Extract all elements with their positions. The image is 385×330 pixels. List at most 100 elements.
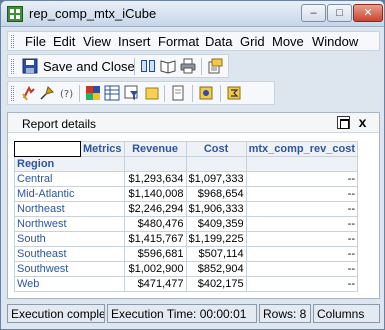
open-book-icon[interactable] bbox=[160, 58, 176, 74]
revenue-cell: $1,140,008 bbox=[123, 186, 187, 202]
comp-cell: -- bbox=[245, 261, 358, 277]
comp-cell: -- bbox=[245, 186, 358, 202]
revenue-cell: $1,002,900 bbox=[123, 261, 187, 277]
comp-cell: -- bbox=[245, 216, 358, 232]
grid-corner-cell[interactable] bbox=[14, 141, 81, 157]
column-header-cost[interactable]: Cost bbox=[185, 141, 247, 157]
svg-text:(?): (?) bbox=[60, 89, 73, 100]
header-spacer bbox=[123, 156, 187, 172]
status-execution-time: Execution Time: 00:00:01 bbox=[107, 304, 257, 323]
save-and-close-button[interactable]: Save and Close bbox=[43, 59, 135, 74]
menu-data[interactable]: Data bbox=[205, 34, 232, 49]
menu-file[interactable]: File bbox=[25, 34, 46, 49]
report-objects-icon[interactable] bbox=[85, 85, 101, 101]
cost-cell: $409,359 bbox=[185, 216, 247, 232]
row-header-region[interactable]: Region bbox=[14, 156, 125, 172]
menu-edit[interactable]: Edit bbox=[53, 34, 75, 49]
cost-cell: $1,097,333 bbox=[185, 171, 247, 187]
comp-cell: -- bbox=[245, 276, 358, 292]
toolbar-separator bbox=[192, 85, 193, 102]
header-spacer bbox=[185, 156, 247, 172]
toolbar-separator bbox=[201, 58, 202, 75]
status-execution: Execution comple bbox=[7, 304, 105, 323]
column-header-mtx-comp-rev-cost[interactable]: mtx_comp_rev_cost bbox=[245, 141, 358, 157]
column-header-revenue[interactable]: Revenue bbox=[123, 141, 187, 157]
status-columns: Columns bbox=[313, 304, 380, 323]
maximize-button[interactable]: □ bbox=[327, 4, 352, 22]
close-button[interactable]: ✕ bbox=[353, 4, 383, 22]
table-row: Central $1,293,634 $1,097,333 -- bbox=[14, 171, 358, 187]
menu-window[interactable]: Window bbox=[312, 34, 358, 49]
table-row: Southeast $596,681 $507,114 -- bbox=[14, 246, 358, 262]
filter-icon[interactable] bbox=[124, 85, 140, 101]
save-icon[interactable] bbox=[22, 58, 38, 74]
panel-maximize-button[interactable] bbox=[337, 116, 350, 129]
toolbar-separator bbox=[134, 58, 135, 75]
toolbar-separator bbox=[220, 85, 221, 102]
report-details-panel: Report details x Metrics Revenue Cost mt… bbox=[7, 112, 380, 299]
cost-cell: $1,199,225 bbox=[185, 231, 247, 247]
toolbar-report: (?) bbox=[7, 81, 275, 105]
status-rows: Rows: 8 bbox=[259, 304, 311, 323]
toolbar-separator bbox=[79, 85, 80, 102]
menu-view[interactable]: View bbox=[83, 34, 111, 49]
revenue-cell: $2,246,294 bbox=[123, 201, 187, 217]
region-cell[interactable]: Southwest bbox=[14, 261, 125, 277]
function-icon[interactable]: (?) bbox=[59, 85, 75, 101]
print-icon[interactable] bbox=[180, 58, 196, 74]
panel-title: Report details bbox=[22, 117, 97, 131]
toolbar-standard: Save and Close bbox=[7, 54, 229, 78]
cost-cell: $402,175 bbox=[185, 276, 247, 292]
drill-icon[interactable] bbox=[39, 85, 55, 101]
toolbar-separator bbox=[164, 85, 165, 102]
page-icon[interactable] bbox=[170, 85, 186, 101]
window-title: rep_comp_mtx_iCube bbox=[29, 6, 157, 21]
comp-cell: -- bbox=[245, 231, 358, 247]
cost-cell: $852,904 bbox=[185, 261, 247, 277]
metrics-header[interactable]: Metrics bbox=[80, 141, 125, 157]
note-icon[interactable] bbox=[144, 85, 160, 101]
wizard-icon[interactable] bbox=[198, 85, 214, 101]
panel-header: Report details x bbox=[8, 113, 379, 133]
toolbar-grip[interactable] bbox=[11, 59, 14, 74]
menu-insert[interactable]: Insert bbox=[118, 34, 151, 49]
table-row: Web $471,477 $402,175 -- bbox=[14, 276, 358, 292]
revenue-cell: $480,476 bbox=[123, 216, 187, 232]
table-row: South $1,415,767 $1,199,225 -- bbox=[14, 231, 358, 247]
comp-cell: -- bbox=[245, 201, 358, 217]
menu-grip[interactable] bbox=[11, 35, 14, 48]
menu-move[interactable]: Move bbox=[272, 34, 304, 49]
grid-app-icon bbox=[7, 6, 23, 22]
region-cell[interactable]: Southeast bbox=[14, 246, 125, 262]
header-spacer bbox=[245, 156, 358, 172]
region-cell[interactable]: Web bbox=[14, 276, 125, 292]
revenue-cell: $596,681 bbox=[123, 246, 187, 262]
region-cell[interactable]: Northwest bbox=[14, 216, 125, 232]
panel-close-button[interactable]: x bbox=[356, 115, 369, 129]
table-row: Southwest $1,002,900 $852,904 -- bbox=[14, 261, 358, 277]
region-cell[interactable]: Mid-Atlantic bbox=[14, 186, 125, 202]
toolbar-grip[interactable] bbox=[11, 86, 14, 101]
cost-cell: $968,654 bbox=[185, 186, 247, 202]
menu-grid[interactable]: Grid bbox=[240, 34, 265, 49]
menu-bar: File Edit View Insert Format Data Grid M… bbox=[7, 31, 380, 51]
region-cell[interactable]: Northeast bbox=[14, 201, 125, 217]
revenue-cell: $471,477 bbox=[123, 276, 187, 292]
data-view-icon[interactable] bbox=[104, 85, 120, 101]
table-row: Northwest $480,476 $409,359 -- bbox=[14, 216, 358, 232]
page-setup-icon[interactable] bbox=[207, 58, 223, 74]
revenue-cell: $1,293,634 bbox=[123, 171, 187, 187]
revenue-cell: $1,415,767 bbox=[123, 231, 187, 247]
pivot-icon[interactable] bbox=[21, 85, 37, 101]
minimize-button[interactable]: – bbox=[301, 4, 326, 22]
table-row: Mid-Atlantic $1,140,008 $968,654 -- bbox=[14, 186, 358, 202]
subtotals-icon[interactable] bbox=[226, 85, 242, 101]
title-bar[interactable]: rep_comp_mtx_iCube – □ ✕ bbox=[1, 1, 384, 27]
region-cell[interactable]: South bbox=[14, 231, 125, 247]
book-icon[interactable] bbox=[140, 58, 156, 74]
region-cell[interactable]: Central bbox=[14, 171, 125, 187]
menu-format[interactable]: Format bbox=[158, 34, 199, 49]
report-window: rep_comp_mtx_iCube – □ ✕ File Edit View … bbox=[0, 0, 385, 330]
comp-cell: -- bbox=[245, 171, 358, 187]
comp-cell: -- bbox=[245, 246, 358, 262]
